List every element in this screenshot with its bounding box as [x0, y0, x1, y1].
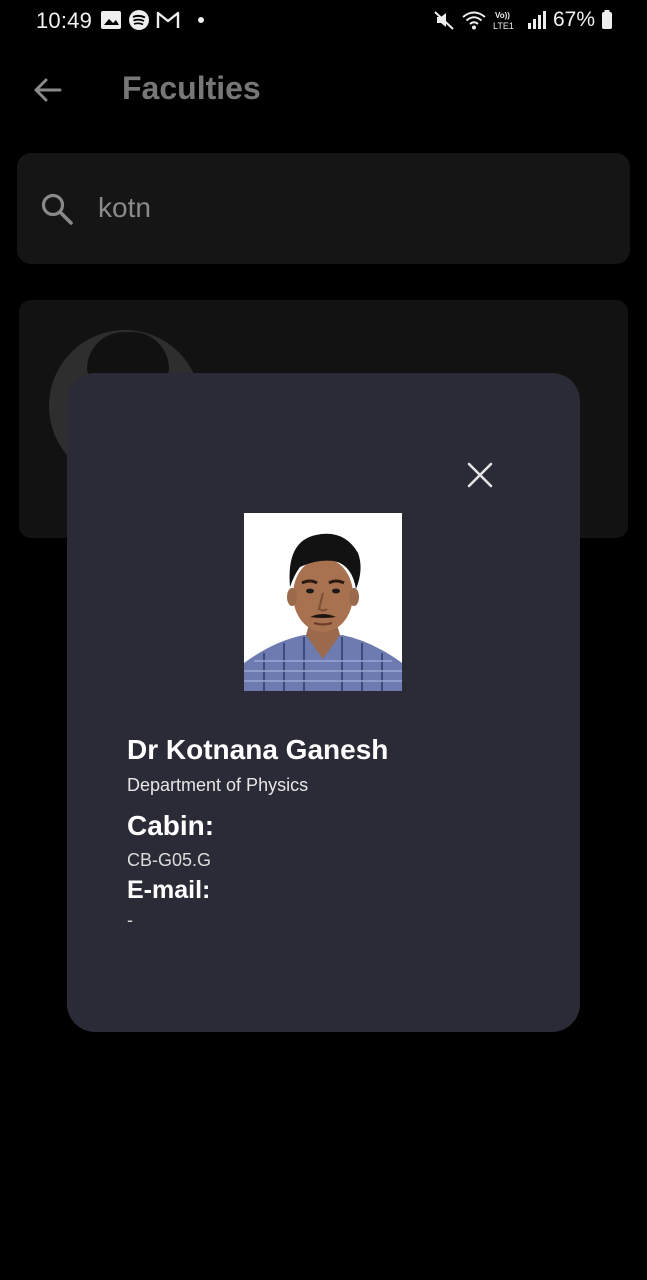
faculty-department: Department of Physics: [127, 775, 309, 795]
faculty-detail-dialog: Dr Kotnana Ganesh Department of Physics …: [67, 373, 580, 1032]
search-input[interactable]: kotn: [98, 192, 151, 224]
faculty-name: Dr Kotnana Ganesh: [127, 734, 389, 765]
faculty-photo: [244, 513, 402, 691]
close-icon: [467, 462, 493, 488]
email-value[interactable]: -: [127, 910, 133, 931]
cabin-label: Cabin:: [127, 810, 215, 841]
email-label: E-mail:: [127, 876, 211, 904]
page-title: Faculties: [122, 70, 261, 106]
cabin-value: CB-G05.G: [127, 850, 212, 870]
close-button[interactable]: [461, 456, 499, 494]
back-arrow-icon[interactable]: [32, 74, 64, 106]
search-icon: [41, 193, 73, 225]
